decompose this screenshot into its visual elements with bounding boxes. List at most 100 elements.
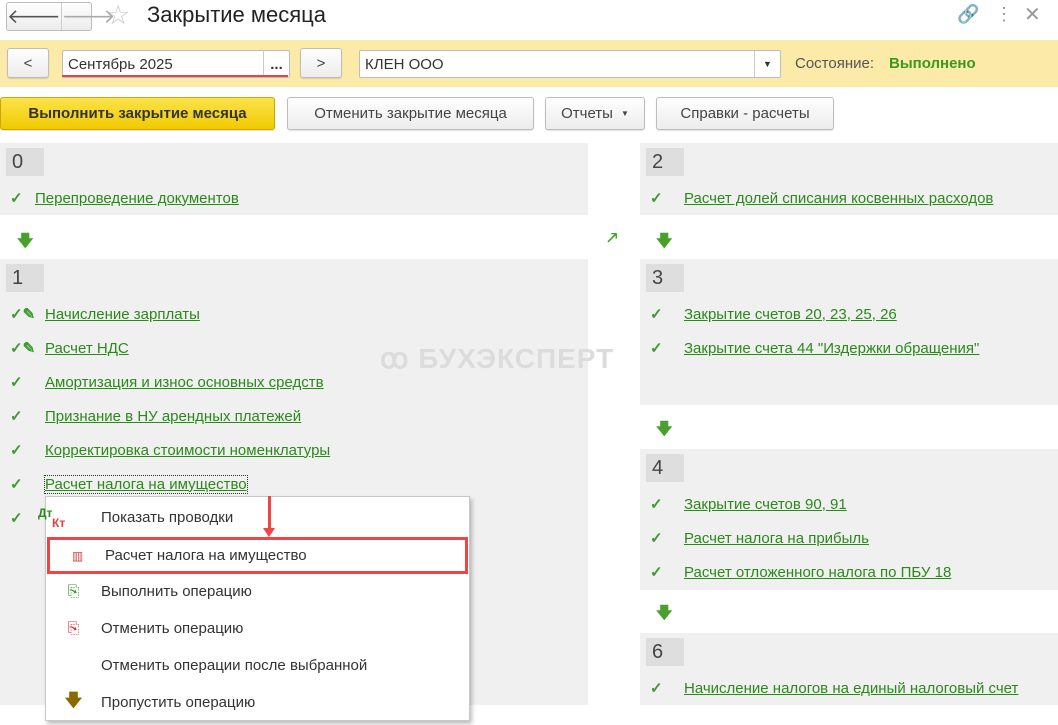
check-icon: ✓ xyxy=(10,442,23,459)
reports-button[interactable]: Отчеты ▼ xyxy=(545,97,645,130)
annotation-arrowhead xyxy=(263,528,275,537)
menu-item-label: Отменить операцию xyxy=(101,620,244,637)
link-icon[interactable]: 🔗 xyxy=(957,4,979,25)
menu-item-label: Расчет налога на имущество xyxy=(105,547,307,564)
operation-link[interactable]: Корректировка стоимости номенклатуры xyxy=(45,442,330,459)
state-value: Выполнено xyxy=(889,55,976,72)
operation-link[interactable]: Начисление зарплаты xyxy=(45,306,200,323)
close-icon[interactable]: ✕ xyxy=(1024,2,1041,27)
operation-link[interactable]: Перепроведение документов xyxy=(35,190,239,207)
operation-item: ✓✎ Начисление зарплаты xyxy=(0,303,200,325)
stage-3 xyxy=(640,259,1058,405)
menu-item-show-entries[interactable]: Дт Кт Показать проводки xyxy=(38,499,469,536)
check-icon: ✓ xyxy=(10,408,23,425)
stage-number: 6 xyxy=(646,638,684,666)
context-menu: Дт Кт Показать проводки ▥ Расчет налога на … xyxy=(38,496,470,721)
menu-item-cancel-after[interactable]: Отменить операции после выбранной xyxy=(46,647,469,684)
operation-link[interactable]: Расчет долей списания косвенных расходов xyxy=(684,190,993,207)
arrow-down-icon: 🡇 xyxy=(656,605,673,622)
chevron-down-icon: ▼ xyxy=(620,109,629,118)
operation-link[interactable]: Признание в НУ арендных платежей xyxy=(45,408,301,425)
report-icon: ▥ xyxy=(71,548,84,563)
check-icon: ✓ xyxy=(650,306,663,323)
operation-link[interactable]: Закрытие счетов 20, 23, 25, 26 xyxy=(684,306,897,323)
next-period-button[interactable]: > xyxy=(300,48,342,78)
operation-item: ✓ xyxy=(0,507,34,529)
stage-number: 3 xyxy=(646,264,684,292)
prev-period-button[interactable]: < xyxy=(7,48,49,78)
history-nav: 🡐 🡒 xyxy=(6,2,115,31)
menu-item-cancel[interactable]: ⎘ Отменить операцию xyxy=(46,610,469,647)
menu-item-label: Пропустить операцию xyxy=(101,694,256,711)
menu-item-label: Показать проводки xyxy=(101,509,234,526)
arrow-down-icon: 🡇 xyxy=(656,233,673,250)
menu-item-label: Выполнить операцию xyxy=(101,583,252,600)
skip-arrow-icon: 🡇 xyxy=(64,691,83,710)
cancel-closing-button[interactable]: Отменить закрытие месяца xyxy=(287,97,534,130)
organization-field[interactable]: КЛЕН ООО ▼ xyxy=(359,50,781,78)
execute-closing-button[interactable]: Выполнить закрытие месяца xyxy=(0,97,275,130)
operation-item: ✓ Расчет налога на имущество xyxy=(0,473,248,495)
stage-number: 1 xyxy=(6,264,44,292)
operation-link[interactable]: Амортизация и износ основных средств xyxy=(45,374,324,391)
period-value: Сентябрь 2025 xyxy=(68,55,173,73)
operation-link[interactable]: Начисление налогов на единый налоговый с… xyxy=(684,680,1018,697)
check-icon: ✓ xyxy=(650,564,663,581)
operation-item: ✓ Перепроведение документов xyxy=(0,187,239,209)
operation-link[interactable]: Расчет НДС xyxy=(45,340,129,357)
operation-link[interactable]: Расчет отложенного налога по ПБУ 18 xyxy=(684,564,951,581)
menu-item-execute[interactable]: ⎘ Выполнить операцию xyxy=(46,573,469,610)
period-field[interactable]: Сентябрь 2025 ... xyxy=(62,50,290,78)
operation-item: ✓ Амортизация и износ основных средств xyxy=(0,371,324,393)
operation-item: ✓ Расчет долей списания косвенных расходо… xyxy=(640,187,993,209)
operation-item: ✓ Расчет налога на прибыль xyxy=(640,527,869,549)
watermark-logo: ꝏ БУХЭКСПЕРТ xyxy=(380,343,615,374)
operation-link[interactable]: Закрытие счета 44 "Издержки обращения" xyxy=(684,340,979,357)
check-icon: ✓ xyxy=(650,190,663,207)
check-icon: ✓ xyxy=(650,496,663,513)
dropdown-icon[interactable]: ▼ xyxy=(754,51,780,77)
stage-number: 4 xyxy=(646,454,684,482)
operation-item: ✓ Расчет отложенного налога по ПБУ 18 xyxy=(640,561,951,583)
check-edited-icon: ✓✎ xyxy=(10,340,36,357)
operation-item: ✓ Начисление налогов на единый налоговый … xyxy=(640,677,1018,699)
operation-item: ✓ Признание в НУ арендных платежей xyxy=(0,405,301,427)
check-icon: ✓ xyxy=(10,510,23,527)
more-icon[interactable]: ⋮ xyxy=(995,4,1013,25)
stage-number: 2 xyxy=(646,148,684,176)
arrow-up-right-icon: 🡕 xyxy=(607,230,618,247)
annotation-arrow xyxy=(268,496,271,532)
operation-link[interactable]: Закрытие счетов 90, 91 xyxy=(684,496,847,513)
kt-label: Кт xyxy=(52,515,66,530)
state-label: Состояние: xyxy=(795,55,875,72)
operation-item: ✓ Корректировка стоимости номенклатуры xyxy=(0,439,330,461)
dt-kt-icon: Дт Кт xyxy=(38,507,101,530)
operation-item: ✓✎ Расчет НДС xyxy=(0,337,129,359)
period-underline xyxy=(62,75,288,77)
back-button[interactable]: 🡐 xyxy=(7,3,62,30)
operation-item: ✓ Закрытие счета 44 "Издержки обращения" xyxy=(640,337,979,359)
check-icon: ✓ xyxy=(650,530,663,547)
check-icon: ✓ xyxy=(650,680,663,697)
menu-item-skip[interactable]: 🡇 Пропустить операцию xyxy=(46,684,469,721)
operation-link-selected[interactable]: Расчет налога на имущество xyxy=(44,474,248,494)
arrow-down-icon: 🡇 xyxy=(17,233,34,250)
check-icon: ✓ xyxy=(10,374,23,391)
favorite-star-icon[interactable]: ☆ xyxy=(106,0,130,31)
page-title: Закрытие месяца xyxy=(147,2,327,27)
stage-number: 0 xyxy=(6,148,44,176)
menu-item-label: Отменить операции после выбранной xyxy=(101,657,368,674)
dt-label: Дт xyxy=(38,505,53,520)
execute-operation-icon: ⎘ xyxy=(67,583,80,600)
period-select-button[interactable]: ... xyxy=(263,51,289,77)
check-icon: ✓ xyxy=(10,476,23,493)
references-button[interactable]: Справки - расчеты xyxy=(656,97,834,130)
cancel-operation-icon: ⎘ xyxy=(67,620,80,637)
check-edited-icon: ✓✎ xyxy=(10,306,36,323)
reports-label: Отчеты xyxy=(561,105,613,122)
menu-item-property-tax-report[interactable]: ▥ Расчет налога на имущество xyxy=(47,537,468,574)
arrow-down-icon: 🡇 xyxy=(656,421,673,438)
check-icon: ✓ xyxy=(10,190,23,207)
operation-item: ✓ Закрытие счетов 20, 23, 25, 26 xyxy=(640,303,897,325)
operation-link[interactable]: Расчет налога на прибыль xyxy=(684,530,869,547)
